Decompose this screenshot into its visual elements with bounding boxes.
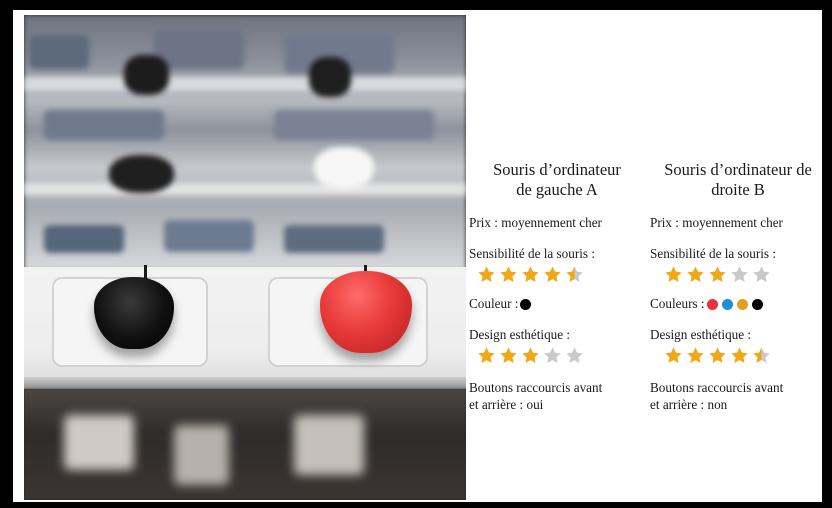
blurred-mouse — [314, 147, 374, 189]
comparison-card: Souris d’ordinateur de gauche A Prix : m… — [13, 10, 822, 502]
mouse-a-design-rating — [469, 346, 645, 365]
star-empty-icon — [544, 347, 561, 363]
star-filled-icon — [500, 266, 517, 282]
star-filled-icon — [522, 347, 539, 363]
blurred-box — [29, 35, 89, 69]
mouse-b-design-rating — [650, 346, 826, 365]
star-filled-icon — [709, 266, 726, 282]
mouse-b-sensitivity-label: Sensibilité de la souris : — [650, 246, 777, 261]
mouse-b-color-swatches — [706, 299, 763, 311]
color-swatch — [736, 299, 748, 311]
blurred-box — [274, 110, 434, 140]
shelf-band — [24, 183, 466, 195]
star-filled-icon — [687, 266, 704, 282]
star-empty-icon — [566, 347, 583, 363]
counter-edge — [24, 377, 466, 389]
star-filled-icon — [500, 347, 517, 363]
right-mouse — [320, 271, 412, 353]
mouse-b-title: Souris d’ordinateur de droite B — [650, 160, 826, 200]
mouse-a-design-label: Design esthétique : — [469, 327, 571, 342]
mouse-a-title-line1: Souris d’ordinateur — [493, 160, 621, 179]
mouse-b-buttons-line1: Boutons raccourcis avant — [650, 380, 784, 395]
mouse-a-color-swatches — [520, 299, 532, 311]
star-empty-icon — [731, 266, 748, 282]
blurred-box — [284, 225, 384, 253]
color-swatch — [721, 299, 733, 311]
blurred-box — [44, 110, 164, 140]
star-filled-icon — [709, 347, 726, 363]
mouse-b-design-label: Design esthétique : — [650, 327, 752, 342]
star-filled-icon — [731, 347, 748, 363]
blurred-box — [294, 415, 364, 475]
star-filled-icon — [522, 266, 539, 282]
star-filled-icon — [665, 347, 682, 363]
mouse-a-buttons-line1: Boutons raccourcis avant — [469, 380, 603, 395]
blurred-box — [164, 220, 254, 252]
star-empty-icon — [753, 266, 770, 282]
color-swatch — [706, 299, 718, 311]
mouse-a-title: Souris d’ordinateur de gauche A — [469, 160, 645, 200]
mouse-b-buttons-line2: et arrière : non — [650, 397, 728, 412]
mouse-a-sensitivity-label: Sensibilité de la souris : — [469, 246, 596, 261]
star-filled-icon — [687, 347, 704, 363]
star-filled-icon — [544, 266, 561, 282]
blurred-box — [174, 425, 229, 485]
mouse-a-color-row: Couleur : — [469, 295, 645, 312]
mouse-a-buttons-line2: et arrière : oui — [469, 397, 544, 412]
mouse-b-specs: Souris d’ordinateur de droite B Prix : m… — [650, 160, 826, 413]
star-filled-icon — [478, 347, 495, 363]
star-filled-icon — [478, 266, 495, 282]
mouse-a-sensitivity-rating — [469, 265, 645, 284]
star-half-icon — [566, 266, 583, 282]
blurred-mouse — [109, 155, 174, 193]
blurred-mouse — [124, 55, 169, 95]
mouse-b-sensitivity-rating — [650, 265, 826, 284]
mouse-b-price: Prix : moyennement cher — [650, 215, 783, 230]
left-mouse — [94, 277, 174, 349]
mouse-a-price: Prix : moyennement cher — [469, 215, 602, 230]
product-photo — [24, 15, 466, 500]
star-half-icon — [753, 347, 770, 363]
blurred-box — [64, 415, 134, 470]
shelf-band — [24, 77, 466, 91]
mouse-a-color-label: Couleur : — [469, 296, 519, 311]
blurred-box — [44, 225, 124, 253]
mouse-b-color-label: Couleurs : — [650, 296, 705, 311]
color-swatch — [751, 299, 763, 311]
star-filled-icon — [665, 266, 682, 282]
color-swatch — [520, 299, 532, 311]
mouse-b-title-line1: Souris d’ordinateur de — [664, 160, 812, 179]
mouse-a-title-line2: de gauche A — [516, 180, 598, 199]
mouse-a-specs: Souris d’ordinateur de gauche A Prix : m… — [469, 160, 645, 413]
mouse-b-color-row: Couleurs : — [650, 295, 826, 312]
blurred-mouse — [309, 57, 351, 97]
blurred-box — [154, 29, 244, 69]
mouse-b-title-line2: droite B — [711, 180, 765, 199]
